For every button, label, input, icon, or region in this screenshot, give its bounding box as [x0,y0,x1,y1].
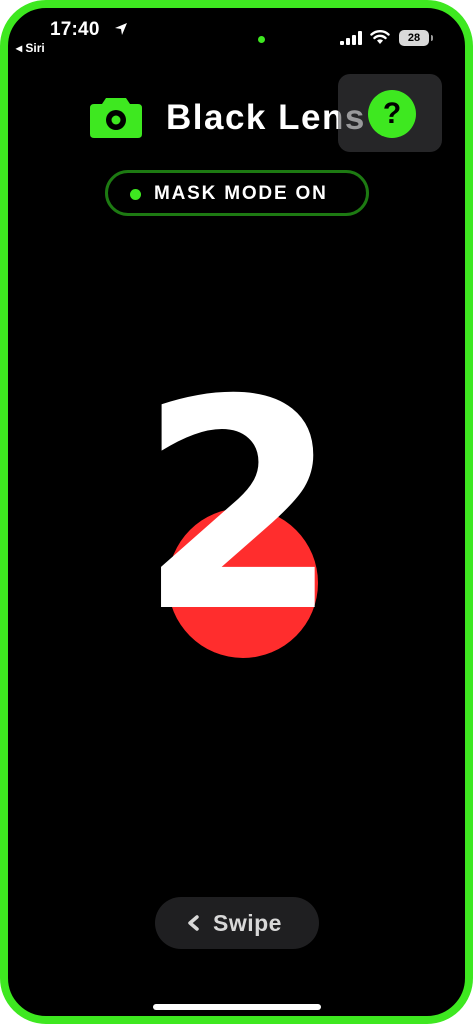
swipe-button[interactable]: Swipe [155,897,319,949]
swipe-label: Swipe [213,910,282,936]
app-title: Black Lens [166,98,366,137]
chevron-left-icon [188,915,199,931]
help-button[interactable]: ? [368,90,416,138]
camera-icon [90,98,142,138]
mask-mode-label: MASK MODE ON [154,183,328,204]
battery-tip [431,35,433,41]
location-arrow-icon [115,23,127,35]
countdown-number: 2 [138,339,340,676]
back-to-siri-link[interactable]: ◂ Siri [16,41,45,55]
home-indicator[interactable] [153,1004,321,1010]
battery-icon: 28 [399,30,429,46]
phone-screen: 17:40 ◂ Siri 28 Black Lens ? MASK MODE O… [0,0,473,1024]
mask-status-dot [130,189,141,200]
status-time: 17:40 [50,19,100,40]
signal-icon [340,31,362,45]
mask-mode-toggle[interactable]: MASK MODE ON [105,170,369,216]
wifi-icon [370,30,390,44]
status-bar: 17:40 ◂ Siri 28 [8,8,465,68]
camera-in-use-indicator [258,36,265,43]
